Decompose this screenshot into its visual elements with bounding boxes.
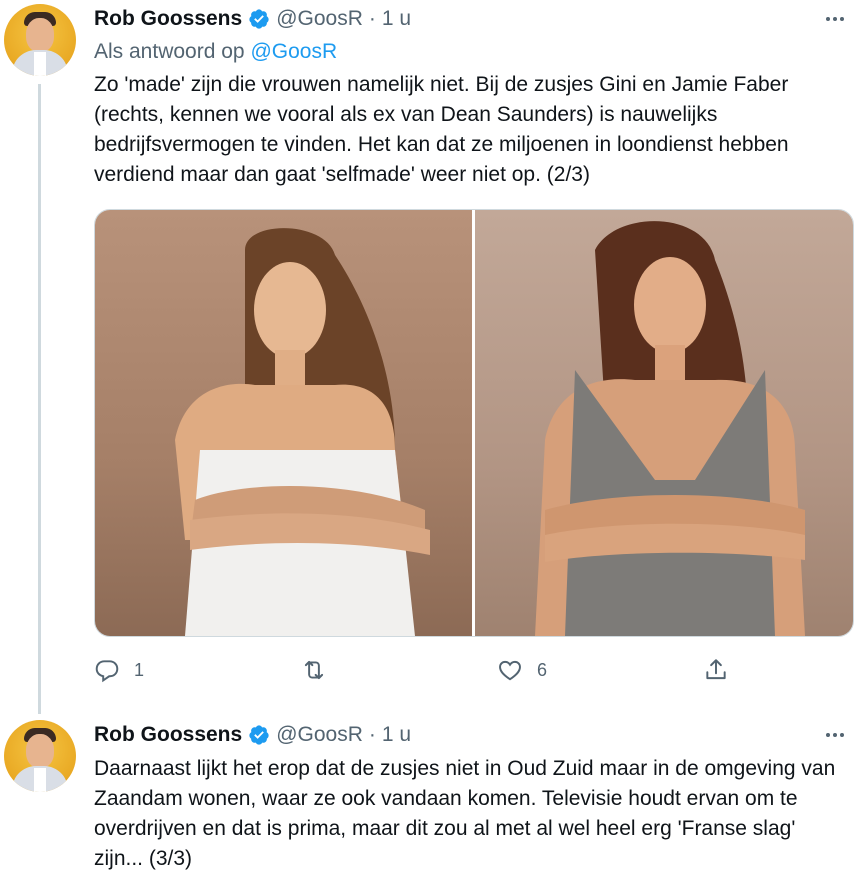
author-name[interactable]: Rob Goossens bbox=[94, 7, 242, 31]
separator-dot: · bbox=[368, 7, 376, 30]
tweet-header: Rob Goossens @GoosR · 1 u bbox=[94, 723, 411, 747]
photo-woman-sequin-dress[interactable] bbox=[475, 210, 853, 636]
avatar[interactable] bbox=[4, 720, 76, 792]
tweet-time[interactable]: 1 u bbox=[382, 7, 411, 31]
author-handle[interactable]: @GoosR bbox=[276, 723, 363, 747]
share-icon bbox=[706, 659, 726, 680]
avatar[interactable] bbox=[4, 4, 76, 76]
separator-dot: · bbox=[368, 723, 376, 746]
like-button[interactable]: 6 bbox=[497, 652, 547, 688]
tweet-text: Zo 'made' zijn die vrouwen namelijk niet… bbox=[94, 73, 789, 186]
tweet-media[interactable] bbox=[94, 209, 854, 637]
thread-line bbox=[38, 84, 41, 714]
more-icon[interactable] bbox=[822, 729, 848, 741]
reply-prefix: Als antwoord op bbox=[94, 40, 245, 63]
reply-icon bbox=[95, 660, 119, 683]
tweet-actions: 1 6 bbox=[94, 652, 854, 688]
tweet-time[interactable]: 1 u bbox=[382, 723, 411, 747]
reply-mention-link[interactable]: @GoosR bbox=[250, 40, 337, 63]
author-handle[interactable]: @GoosR bbox=[276, 7, 363, 31]
verified-badge-icon bbox=[249, 9, 269, 29]
share-button[interactable] bbox=[703, 652, 729, 688]
tweet-2-of-3[interactable]: Rob Goossens @GoosR · 1 u Als antwoord o… bbox=[0, 0, 856, 714]
reply-button[interactable]: 1 bbox=[94, 652, 144, 688]
tweet-3-of-3[interactable]: Rob Goossens @GoosR · 1 u Daarnaast lijk… bbox=[0, 716, 856, 873]
like-count: 6 bbox=[537, 659, 548, 680]
like-icon bbox=[499, 660, 521, 681]
verified-badge-icon bbox=[249, 725, 269, 745]
more-icon[interactable] bbox=[822, 13, 848, 25]
tweet-text: Daarnaast lijkt het erop dat de zusjes n… bbox=[94, 757, 836, 870]
retweet-icon bbox=[304, 660, 324, 680]
photo-woman-white-dress[interactable] bbox=[95, 210, 472, 636]
author-name[interactable]: Rob Goossens bbox=[94, 723, 242, 747]
reply-count: 1 bbox=[134, 659, 145, 680]
tweet-header: Rob Goossens @GoosR · 1 u bbox=[94, 7, 411, 31]
reply-context: Als antwoord op @GoosR bbox=[94, 40, 337, 64]
retweet-button[interactable] bbox=[301, 652, 341, 688]
